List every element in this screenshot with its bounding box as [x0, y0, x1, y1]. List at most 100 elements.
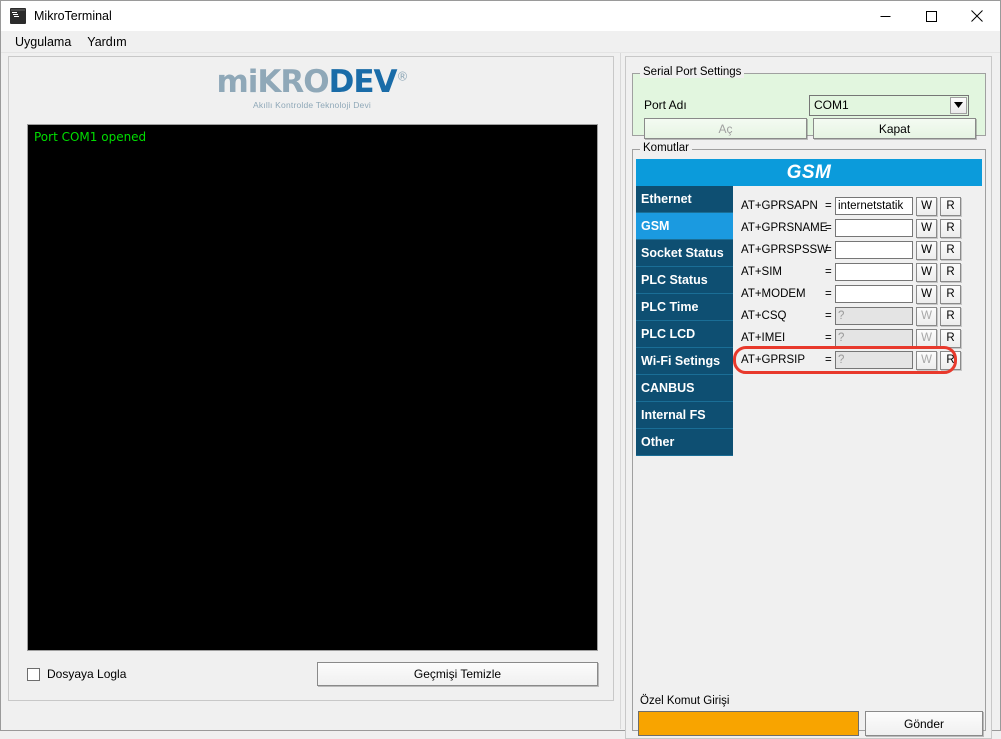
- application-window: MikroTerminal Uygulama Yardım miKRODEV® …: [0, 0, 1001, 739]
- read-button[interactable]: R: [940, 218, 961, 238]
- command-input: ?: [835, 307, 913, 325]
- maximize-icon[interactable]: [908, 1, 954, 31]
- sidebar-item-label: Other: [641, 435, 675, 449]
- minimize-icon[interactable]: [862, 1, 908, 31]
- terminal-icon: [10, 8, 26, 24]
- port-row: Port Adı COM1: [644, 94, 974, 116]
- window-controls: [862, 1, 1000, 31]
- write-button[interactable]: W: [916, 262, 937, 282]
- sidebar-item-gsm[interactable]: GSM: [636, 213, 733, 240]
- command-row: AT+GPRSPSSW = W R: [741, 239, 977, 261]
- close-icon[interactable]: [954, 1, 1000, 31]
- write-button[interactable]: W: [916, 218, 937, 238]
- equals-sign: =: [825, 200, 832, 212]
- command-row: AT+GPRSIP =? W R: [741, 349, 977, 371]
- write-button: W: [916, 328, 937, 348]
- equals-sign: =: [825, 310, 832, 322]
- write-button: W: [916, 306, 937, 326]
- sidebar-item-label: PLC LCD: [641, 327, 696, 341]
- read-button[interactable]: R: [940, 350, 961, 370]
- write-button[interactable]: W: [916, 196, 937, 216]
- title-bar: MikroTerminal: [1, 1, 1000, 31]
- write-button[interactable]: W: [916, 284, 937, 304]
- port-select-value: COM1: [814, 98, 849, 112]
- commands-group-title: Komutlar: [640, 142, 693, 154]
- sidebar-item-plc-status[interactable]: PLC Status: [636, 267, 733, 294]
- port-name-label: Port Adı: [644, 98, 687, 112]
- sidebar-item-other[interactable]: Other: [636, 429, 733, 456]
- read-button[interactable]: R: [940, 284, 961, 304]
- sidebar-item-socket-status[interactable]: Socket Status: [636, 240, 733, 267]
- command-row: AT+SIM = W R: [741, 261, 977, 283]
- sidebar-item-label: Internal FS: [641, 408, 706, 422]
- sidebar-item-label: Ethernet: [641, 192, 692, 206]
- custom-command-input[interactable]: [638, 711, 859, 736]
- sidebar-item-label: GSM: [641, 219, 670, 233]
- terminal-footer: Dosyaya Logla Geçmişi Temizle: [27, 661, 598, 687]
- send-command-button[interactable]: Gönder: [865, 711, 983, 736]
- terminal-panel: miKRODEV® Akıllı Kontrolde Teknoloji Dev…: [8, 56, 614, 701]
- sidebar-item-internal-fs[interactable]: Internal FS: [636, 402, 733, 429]
- sidebar-item-plc-lcd[interactable]: PLC LCD: [636, 321, 733, 348]
- read-button[interactable]: R: [940, 196, 961, 216]
- controls-panel: Serial Port Settings Port Adı COM1 Aç Ka…: [625, 56, 992, 739]
- window-title: MikroTerminal: [34, 9, 112, 23]
- log-to-file-checkbox[interactable]: Dosyaya Logla: [27, 667, 317, 681]
- equals-sign: =: [825, 288, 832, 300]
- read-button[interactable]: R: [940, 328, 961, 348]
- equals-sign: =: [825, 354, 832, 366]
- command-row: AT+MODEM = W R: [741, 283, 977, 305]
- logo-part-two: DEV: [328, 64, 398, 100]
- command-input[interactable]: [835, 263, 913, 281]
- command-label: AT+GPRSIP: [741, 354, 806, 366]
- sidebar-item-label: Wi-Fi Setings: [641, 354, 721, 368]
- commands-sidebar: Ethernet GSM Socket Status PLC Status PLC Ti…: [636, 186, 733, 456]
- command-label: AT+GPRSPSSW: [741, 244, 829, 256]
- command-row: AT+CSQ =? W R: [741, 305, 977, 327]
- clear-history-button[interactable]: Geçmişi Temizle: [317, 662, 598, 686]
- checkbox-box[interactable]: [27, 667, 40, 681]
- serial-buttons: Aç Kapat: [644, 118, 976, 139]
- sidebar-item-ethernet[interactable]: Ethernet: [636, 186, 733, 213]
- commands-area: Ethernet GSM Socket Status PLC Status PLC Ti…: [636, 186, 982, 686]
- commands-header-title: GSM: [636, 159, 982, 186]
- close-port-button[interactable]: Kapat: [813, 118, 976, 139]
- command-input[interactable]: [835, 241, 913, 259]
- sidebar-item-label: PLC Status: [641, 273, 708, 287]
- sidebar-item-wi-fi-setings[interactable]: Wi-Fi Setings: [636, 348, 733, 375]
- port-select[interactable]: COM1: [809, 94, 969, 116]
- command-input: ?: [835, 351, 913, 369]
- logo-wordmark: miKRODEV®: [216, 64, 408, 100]
- write-button: W: [916, 350, 937, 370]
- command-input[interactable]: [835, 285, 913, 303]
- terminal-line: Port COM1 opened: [34, 130, 147, 144]
- log-to-file-label: Dosyaya Logla: [47, 667, 127, 681]
- sidebar-item-plc-time[interactable]: PLC Time: [636, 294, 733, 321]
- brand-logo: miKRODEV® Akıllı Kontrolde Teknoloji Dev…: [9, 64, 615, 111]
- logo-part-one: miKRO: [216, 64, 329, 100]
- logo-tagline: Akıllı Kontrolde Teknoloji Devi: [252, 100, 371, 110]
- command-label: AT+SIM: [741, 266, 783, 278]
- custom-command-label: Özel Komut Girişi: [640, 695, 730, 707]
- command-label: AT+MODEM: [741, 288, 806, 300]
- command-label: AT+IMEI: [741, 332, 786, 344]
- read-button[interactable]: R: [940, 262, 961, 282]
- sidebar-item-label: CANBUS: [641, 381, 695, 395]
- open-port-button[interactable]: Aç: [644, 118, 807, 139]
- command-input: ?: [835, 329, 913, 347]
- menu-item-uygulama[interactable]: Uygulama: [7, 33, 79, 51]
- command-input[interactable]: internetstatik: [835, 197, 913, 215]
- command-input[interactable]: [835, 219, 913, 237]
- equals-sign: =: [825, 266, 832, 278]
- read-button[interactable]: R: [940, 306, 961, 326]
- menu-item-yardim[interactable]: Yardım: [79, 33, 134, 51]
- terminal-output[interactable]: Port COM1 opened: [27, 124, 598, 651]
- sidebar-item-canbus[interactable]: CANBUS: [636, 375, 733, 402]
- chevron-down-icon[interactable]: [950, 96, 967, 114]
- read-button[interactable]: R: [940, 240, 961, 260]
- command-label: AT+CSQ: [741, 310, 787, 322]
- equals-sign: =: [825, 332, 832, 344]
- panel-divider: [620, 53, 621, 729]
- write-button[interactable]: W: [916, 240, 937, 260]
- sidebar-item-label: PLC Time: [641, 300, 699, 314]
